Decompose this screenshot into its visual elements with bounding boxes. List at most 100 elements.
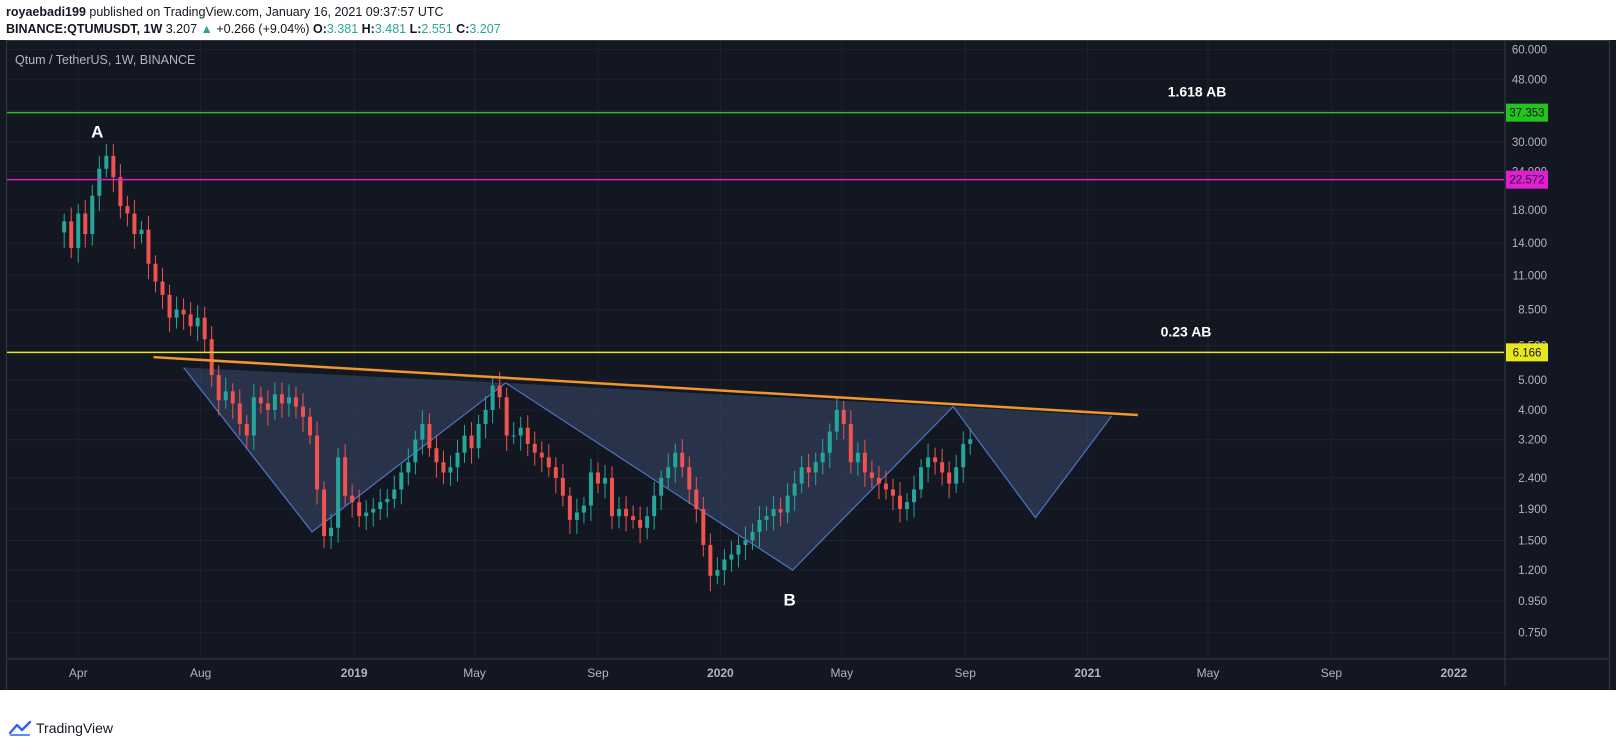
candle-body: [771, 508, 776, 517]
candle-body: [553, 467, 558, 478]
candle-body: [490, 385, 495, 410]
candle-body: [223, 391, 228, 401]
footer-bar: [0, 690, 1616, 744]
candle-body: [813, 462, 818, 473]
candle-body: [610, 477, 615, 517]
candle-body: [209, 339, 214, 376]
level-annotation: 0.23 AB: [1161, 323, 1212, 339]
candle-body: [181, 309, 186, 315]
candle-body: [511, 435, 516, 437]
candle-body: [933, 457, 938, 463]
candle-body: [357, 502, 362, 517]
candle-body: [940, 462, 945, 473]
x-tick-label: Sep: [587, 666, 609, 680]
candle-body: [883, 483, 888, 490]
candle-body: [476, 423, 481, 449]
candle-body: [567, 495, 572, 520]
candle-body: [118, 177, 123, 207]
candle-body: [483, 409, 488, 424]
candle-body: [153, 263, 158, 282]
x-tick-label: 2021: [1074, 666, 1101, 680]
candle-body: [785, 495, 790, 513]
candle-body: [869, 472, 874, 478]
candle-body: [427, 423, 432, 449]
candle-body: [968, 439, 973, 444]
x-tick-label: May: [830, 666, 853, 680]
x-tick-label: 2020: [707, 666, 734, 680]
candle-body: [272, 394, 277, 410]
y-tick-label: 3.200: [1518, 435, 1547, 447]
candle-body: [462, 435, 467, 453]
candle-body: [834, 409, 839, 432]
candle-body: [195, 317, 200, 327]
candle-body: [343, 457, 348, 496]
x-tick-label: May: [463, 666, 486, 680]
candle-body: [680, 452, 685, 468]
y-tick-label: 48.000: [1512, 74, 1547, 86]
candle-body: [125, 206, 130, 214]
tradingview-logo-icon: [8, 720, 32, 736]
candle-body: [778, 508, 783, 513]
candle-body: [146, 229, 151, 264]
candle-body: [455, 452, 460, 468]
candle-body: [652, 495, 657, 517]
candle-body: [539, 452, 544, 458]
candle-body: [631, 516, 636, 520]
x-tick-label: Aug: [190, 666, 211, 680]
candle-body: [258, 397, 263, 404]
candle-body: [104, 155, 109, 169]
candle-body: [90, 195, 95, 235]
point-label: B: [783, 590, 795, 609]
candle-body: [392, 489, 397, 499]
candle-body: [666, 467, 671, 478]
candle-body: [251, 397, 256, 436]
y-tick-label: 4.000: [1518, 405, 1547, 417]
y-tick-label: 0.750: [1518, 628, 1547, 640]
chart-title: Qtum / TetherUS, 1W, BINANCE: [15, 53, 196, 67]
y-tick-label: 30.000: [1512, 137, 1547, 149]
candle-body: [595, 472, 600, 484]
candle-body: [954, 467, 959, 484]
candle-body: [300, 406, 305, 417]
candle-body: [926, 457, 931, 468]
y-tick-label: 1.200: [1518, 565, 1547, 577]
candle-body: [322, 489, 327, 537]
candle-body: [617, 508, 622, 517]
candle-body: [378, 502, 383, 509]
candle-body: [694, 489, 699, 509]
tradingview-brand[interactable]: TradingView: [8, 718, 113, 738]
candle-body: [673, 452, 678, 468]
y-tick-label: 11.000: [1513, 270, 1547, 282]
candle-body: [546, 457, 551, 468]
candle-body: [715, 570, 720, 576]
candle-body: [286, 397, 291, 404]
candle-body: [890, 489, 895, 496]
x-tick-label: Sep: [1321, 666, 1343, 680]
x-tick-label: Apr: [69, 666, 88, 680]
candle-body: [441, 462, 446, 473]
candle-body: [687, 467, 692, 490]
candle-body: [574, 512, 579, 520]
candle-body: [230, 391, 235, 404]
candle-body: [736, 544, 741, 555]
candle-body: [293, 397, 298, 407]
candle-body: [602, 477, 607, 484]
candle-body: [174, 309, 179, 318]
candle-body: [532, 443, 537, 453]
x-tick-label: 2022: [1440, 666, 1467, 680]
candle-body: [862, 452, 867, 473]
y-tick-label: 2.400: [1518, 473, 1547, 485]
price-chart[interactable]: 1.618 AB0.23 ABAB60.00048.00038.00030.00…: [0, 0, 1616, 744]
x-tick-label: Sep: [955, 666, 977, 680]
candle-body: [750, 531, 755, 541]
candle-body: [399, 472, 404, 490]
candle-body: [202, 317, 207, 340]
candle-body: [315, 435, 320, 490]
candle-body: [132, 213, 137, 235]
x-tick-label: 2019: [341, 666, 368, 680]
candle-body: [111, 155, 116, 178]
level-annotation: 1.618 AB: [1168, 84, 1227, 100]
candle-body: [62, 221, 67, 233]
candle-body: [279, 394, 284, 404]
candle-body: [188, 314, 193, 327]
